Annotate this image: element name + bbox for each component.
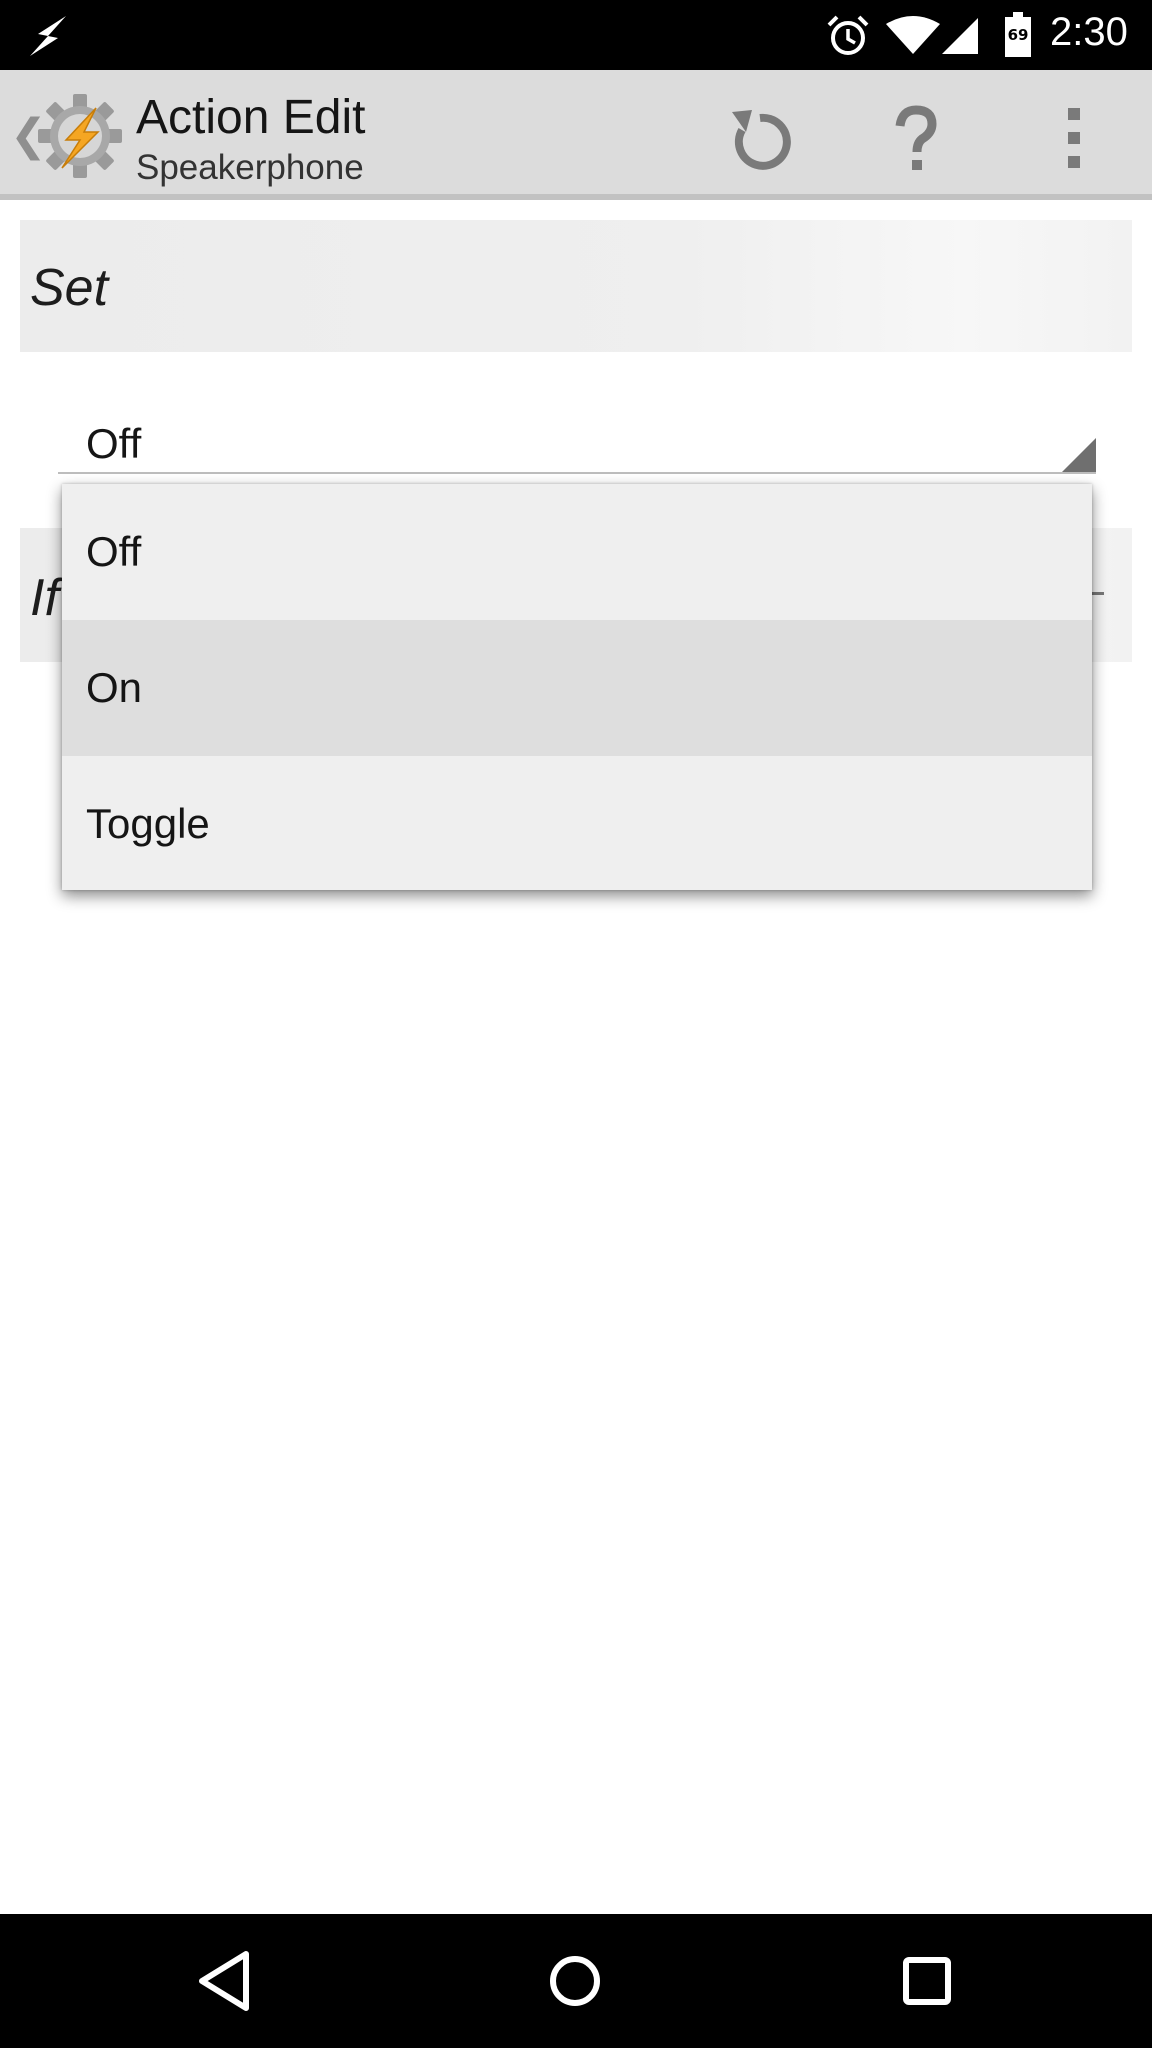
recents-icon[interactable] [892,1946,962,2016]
dropdown-option-off[interactable]: Off [62,484,1092,620]
page-title: Action Edit [136,91,366,144]
page-subtitle: Speakerphone [136,148,364,187]
dropdown-option-label: Toggle [86,800,210,847]
tasker-gear-bolt-icon[interactable] [36,92,124,180]
lightning-bolt-icon [30,16,66,56]
set-dropdown-menu: Off On Toggle [62,484,1092,890]
dropdown-option-on[interactable]: On [62,620,1092,756]
battery-level: 69 [1007,26,1029,44]
if-collapse-indicator [1090,592,1104,595]
navigation-bar [0,1914,1152,2048]
status-clock: 2:30 [1050,10,1128,54]
home-icon[interactable] [540,1946,610,2016]
if-label: If [30,569,59,627]
set-section-header: Set [20,220,1132,352]
revert-icon[interactable] [720,100,800,180]
spinner-arrow-icon [1062,438,1096,472]
dropdown-option-toggle[interactable]: Toggle [62,756,1092,892]
set-spinner-value: Off [86,420,142,467]
overflow-menu-icon[interactable] [1034,100,1114,180]
action-bar: ❮ Action Edit Speakerphone [0,70,1152,200]
back-icon[interactable] [190,1946,260,2016]
help-question-icon[interactable] [876,100,956,180]
cell-signal-icon [942,18,978,54]
set-spinner[interactable]: Off [58,400,1096,474]
wifi-icon [886,16,940,54]
status-bar: 69 2:30 [0,0,1152,70]
alarm-clock-icon [827,15,869,55]
dropdown-option-label: Off [86,528,142,575]
dropdown-option-label: On [86,664,143,711]
set-label: Set [30,259,109,317]
